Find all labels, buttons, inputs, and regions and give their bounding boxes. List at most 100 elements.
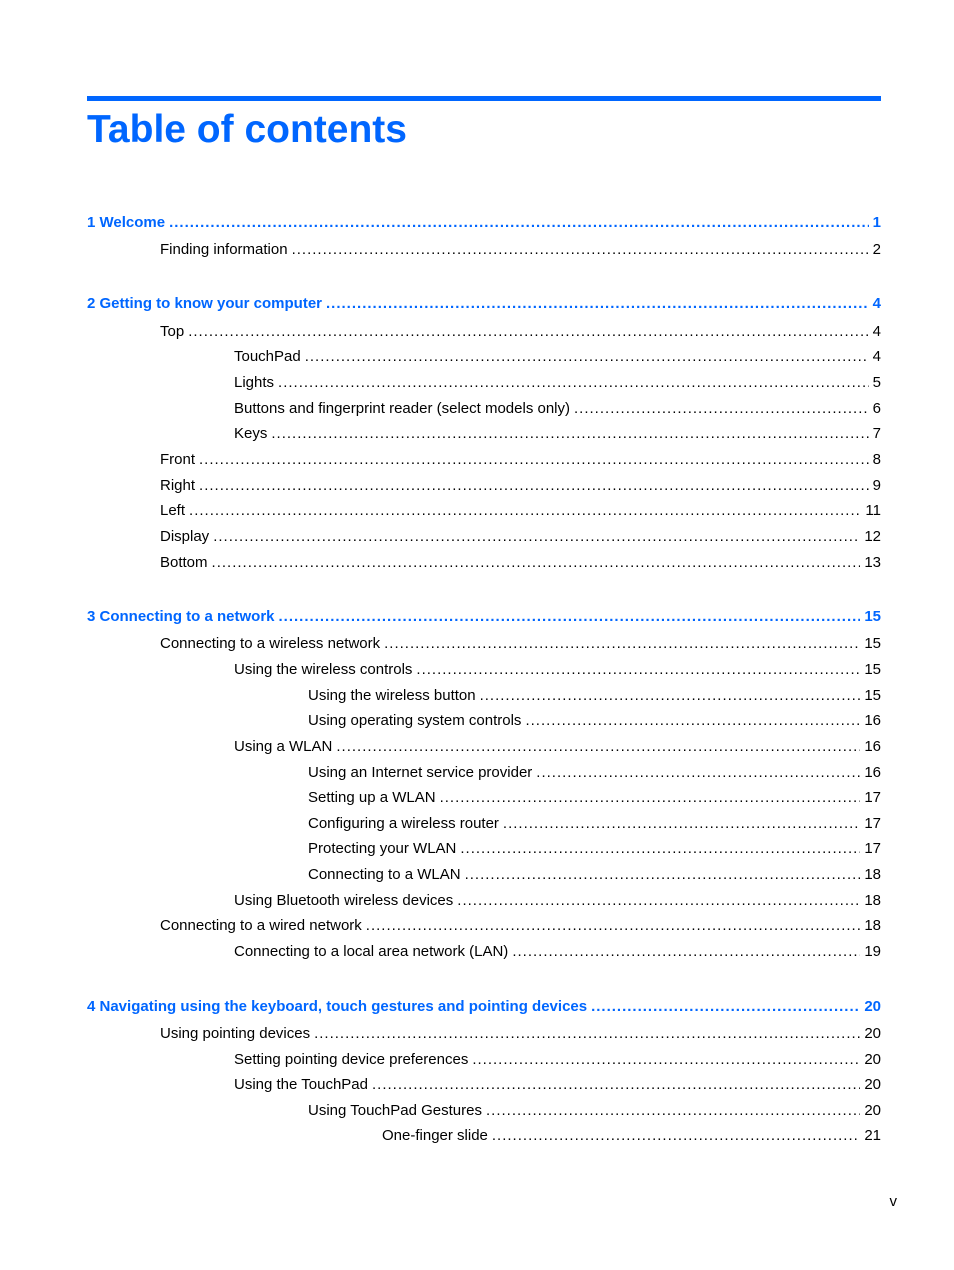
dot-leader [480, 687, 861, 705]
dot-leader [189, 502, 861, 520]
toc-entry-label: 1 Welcome [87, 214, 166, 231]
dot-leader [591, 998, 860, 1016]
toc-entry-label: Bottom [160, 554, 208, 571]
toc-entry-label: Lights [234, 374, 275, 391]
toc-entry[interactable]: Configuring a wireless router 17 [308, 815, 881, 833]
toc-entry-label: Using an Internet service provider [308, 764, 533, 781]
toc-entry[interactable]: Setting up a WLAN 17 [308, 789, 881, 807]
toc-entry-label: Setting pointing device preferences [234, 1051, 469, 1068]
dot-leader [465, 866, 861, 884]
toc-entry-label: TouchPad [234, 348, 301, 365]
toc-entry[interactable]: Connecting to a local area network (LAN)… [234, 943, 881, 961]
toc-entry-label: 4 Navigating using the keyboard, touch g… [87, 998, 588, 1015]
toc-chapter-entry[interactable]: 4 Navigating using the keyboard, touch g… [87, 998, 881, 1016]
toc-chapter-entry[interactable]: 3 Connecting to a network 15 [87, 608, 881, 626]
toc-entry-label: Setting up a WLAN [308, 789, 436, 806]
toc-entry-page: 18 [864, 892, 881, 909]
toc-entry-page: 2 [872, 241, 881, 258]
dot-leader [279, 608, 861, 626]
toc-chapter-entry[interactable]: 2 Getting to know your computer 4 [87, 295, 881, 313]
toc-entry[interactable]: Connecting to a WLAN 18 [308, 866, 881, 884]
dot-leader [472, 1051, 860, 1069]
dot-leader [188, 323, 868, 341]
toc-entry-page: 17 [864, 840, 881, 857]
toc-entry-label: Display [160, 528, 210, 545]
toc-entry[interactable]: Connecting to a wired network 18 [160, 917, 881, 935]
dot-leader [416, 661, 860, 679]
toc-entry-page: 15 [864, 661, 881, 678]
toc-entry[interactable]: Top 4 [160, 323, 881, 341]
toc-entry-page: 15 [864, 687, 881, 704]
toc-entry-label: Keys [234, 425, 268, 442]
dot-leader [212, 554, 861, 572]
dot-leader [336, 738, 860, 756]
toc-chapter-entry[interactable]: 1 Welcome 1 [87, 214, 881, 232]
toc-entry[interactable]: Lights 5 [234, 374, 881, 392]
toc-entry-page: 20 [864, 1051, 881, 1068]
toc-entry-label: Connecting to a wireless network [160, 635, 381, 652]
toc-entry-label: Right [160, 477, 196, 494]
toc-entry-label: Connecting to a local area network (LAN) [234, 943, 509, 960]
toc-entry[interactable]: Using operating system controls 16 [308, 712, 881, 730]
toc-entry[interactable]: Using pointing devices 20 [160, 1025, 881, 1043]
toc-entry-page: 20 [864, 1076, 881, 1093]
dot-leader [492, 1127, 860, 1145]
dot-leader [457, 892, 860, 910]
page-title: Table of contents [87, 108, 407, 151]
toc-entry-label: Connecting to a wired network [160, 917, 362, 934]
toc-entry-page: 16 [864, 738, 881, 755]
toc-entry-page: 18 [864, 866, 881, 883]
toc-entry-label: Using operating system controls [308, 712, 522, 729]
toc-entry-page: 13 [864, 554, 881, 571]
toc-entry-page: 15 [864, 608, 881, 625]
toc-entry[interactable]: Setting pointing device preferences 20 [234, 1051, 881, 1069]
toc-entry-page: 17 [864, 815, 881, 832]
toc-entry[interactable]: Connecting to a wireless network 15 [160, 635, 881, 653]
toc-entry-label: Using a WLAN [234, 738, 333, 755]
dot-leader [292, 241, 869, 259]
toc-entry[interactable]: Finding information 2 [160, 241, 881, 259]
toc-entry[interactable]: Right 9 [160, 477, 881, 495]
toc-entry-label: Using Bluetooth wireless devices [234, 892, 454, 909]
toc-entry[interactable]: Using TouchPad Gestures 20 [308, 1102, 881, 1120]
toc-entry[interactable]: Using the TouchPad 20 [234, 1076, 881, 1094]
toc-entry-label: 3 Connecting to a network [87, 608, 275, 625]
toc-entry-page: 9 [872, 477, 881, 494]
toc-entry[interactable]: Protecting your WLAN 17 [308, 840, 881, 858]
toc-entry-page: 4 [872, 348, 881, 365]
toc-entry[interactable]: Left 11 [160, 502, 881, 520]
dot-leader [305, 348, 869, 366]
toc-entry[interactable]: Using Bluetooth wireless devices 18 [234, 892, 881, 910]
dot-leader [512, 943, 860, 961]
toc-entry-page: 1 [872, 214, 881, 231]
title-rule [87, 96, 881, 101]
toc-entry-label: One-finger slide [382, 1127, 488, 1144]
toc-entry-label: Using TouchPad Gestures [308, 1102, 482, 1119]
toc-entry[interactable]: Buttons and fingerprint reader (select m… [234, 400, 881, 418]
toc-entry-label: Configuring a wireless router [308, 815, 499, 832]
toc-entry[interactable]: Front 8 [160, 451, 881, 469]
toc-entry-label: Left [160, 502, 186, 519]
dot-leader [372, 1076, 860, 1094]
toc-entry-label: Connecting to a WLAN [308, 866, 461, 883]
toc-entry-page: 4 [872, 295, 881, 312]
toc-entry-label: Front [160, 451, 196, 468]
toc-entry-page: 19 [864, 943, 881, 960]
toc-entry[interactable]: Using the wireless button 15 [308, 687, 881, 705]
toc-entry[interactable]: TouchPad 4 [234, 348, 881, 366]
toc-entry[interactable]: One-finger slide 21 [382, 1127, 881, 1145]
toc-entry[interactable]: Using an Internet service provider 16 [308, 764, 881, 782]
toc-entry[interactable]: Bottom 13 [160, 554, 881, 572]
toc-entry-page: 20 [864, 998, 881, 1015]
dot-leader [199, 477, 869, 495]
toc-entry[interactable]: Keys 7 [234, 425, 881, 443]
toc-entry[interactable]: Using the wireless controls 15 [234, 661, 881, 679]
dot-leader [440, 789, 861, 807]
toc-entry-label: Using the TouchPad [234, 1076, 368, 1093]
toc-entry[interactable]: Using a WLAN 16 [234, 738, 881, 756]
toc-entry[interactable]: Display 12 [160, 528, 881, 546]
toc-entry-label: Buttons and fingerprint reader (select m… [234, 400, 571, 417]
dot-leader [460, 840, 860, 858]
dot-leader [278, 374, 869, 392]
dot-leader [536, 764, 860, 782]
